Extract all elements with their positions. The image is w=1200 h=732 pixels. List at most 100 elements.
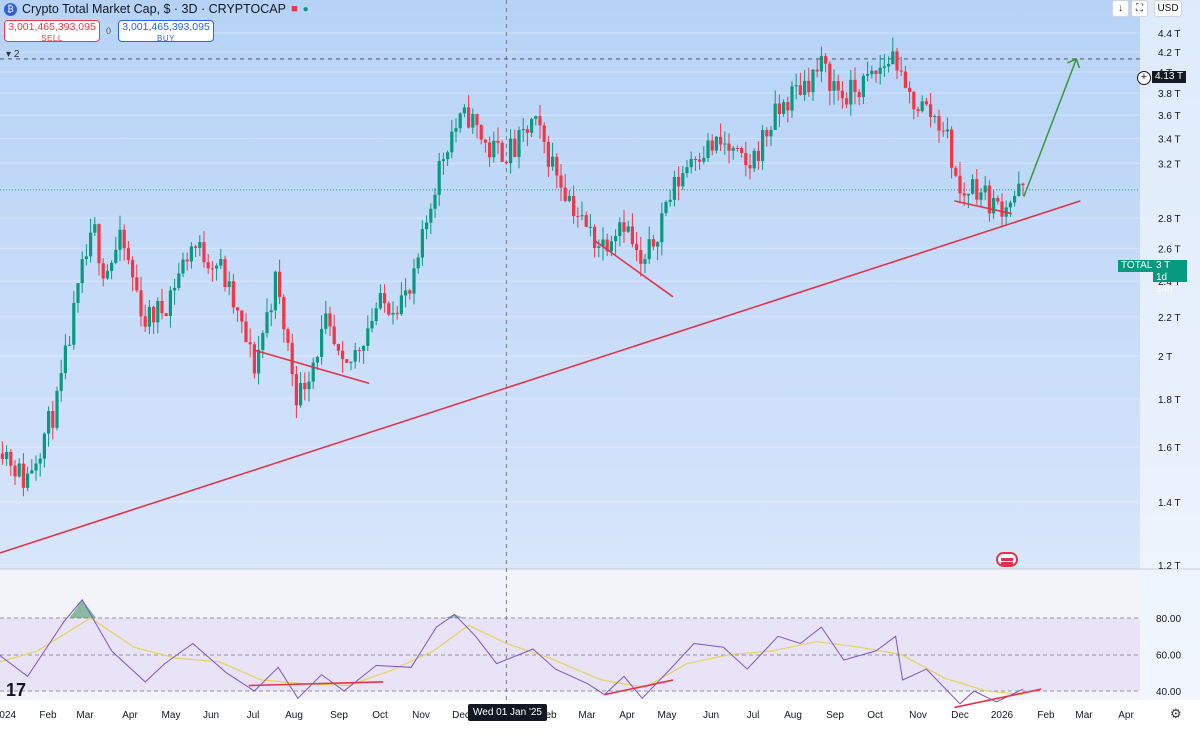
candle-body (399, 295, 403, 315)
price-tick-label: 3.2 T (1158, 159, 1181, 170)
candle-body (761, 130, 765, 162)
candle-body (101, 263, 105, 279)
candle-body (992, 197, 996, 214)
candle-body (966, 193, 970, 196)
candle-body (252, 344, 256, 374)
candle-body (618, 222, 622, 236)
candle-body (17, 463, 21, 477)
candle-body (55, 390, 59, 428)
time-tick-label: Apr (122, 710, 138, 721)
candle-body (383, 293, 387, 304)
crosshair-date-badge: Wed 01 Jan '25 (468, 704, 547, 721)
price-tick-label: 2.8 T (1158, 214, 1181, 225)
sell-button[interactable]: 3,001,465,393,095 SELL (4, 20, 100, 43)
candle-body (30, 470, 34, 474)
candle-body (1017, 183, 1021, 197)
candle-body (105, 270, 109, 279)
candle-body (744, 153, 748, 166)
symbol-header[interactable]: ₿ Crypto Total Market Cap, $ · 3D · CRYP… (4, 1, 309, 17)
candle-body (971, 179, 975, 194)
time-tick-label: Jul (247, 710, 260, 721)
candle-body (34, 463, 38, 471)
candle-body (714, 136, 718, 151)
candle-body (462, 107, 466, 114)
candle-body (895, 51, 899, 71)
time-tick-label: Nov (909, 710, 927, 721)
candle-body (353, 350, 357, 362)
candle-body (546, 141, 550, 167)
candle-body (483, 139, 487, 143)
candle-body (916, 109, 920, 112)
candle-body (59, 373, 63, 391)
candle-body (311, 362, 315, 382)
indicator-count: 2 (13, 49, 20, 60)
candle-body (513, 138, 517, 158)
candle-body (467, 107, 471, 128)
candle-body (908, 87, 912, 92)
candle-body (807, 80, 811, 93)
candle-body (429, 208, 433, 223)
candle-body (651, 239, 655, 247)
candle-body (773, 103, 777, 130)
candle-body (177, 273, 181, 288)
download-button[interactable]: ↓ (1112, 0, 1129, 17)
candle-body (0, 453, 4, 459)
candle-body (698, 159, 702, 162)
chart-canvas[interactable]: 4.4 T4.2 T4 T3.8 T3.6 T3.4 T3.2 T2.8 T2.… (0, 0, 1200, 732)
market-status-icon: ● (302, 3, 309, 15)
projection-arrow (1023, 58, 1078, 197)
candle-body (551, 156, 555, 167)
candle-body (643, 259, 647, 264)
chevron-down-icon: ▾ (6, 49, 14, 60)
candle-body (227, 281, 231, 288)
currency-selector[interactable]: USD (1154, 0, 1182, 17)
buy-button[interactable]: 3,001,465,393,095 BUY (118, 20, 214, 43)
candle-body (307, 381, 311, 390)
candle-body (194, 246, 198, 248)
candle-body (706, 140, 710, 158)
candle-body (836, 81, 840, 91)
time-tick-label: Aug (285, 710, 303, 721)
candle-body (840, 90, 844, 99)
candle-body (479, 125, 483, 140)
candle-body (790, 86, 794, 111)
price-tick-label: 3.6 T (1158, 111, 1181, 122)
candle-body (824, 56, 828, 64)
crosshair-add-icon[interactable]: + (1137, 71, 1151, 85)
candle-body (420, 229, 424, 258)
candle-body (656, 242, 660, 247)
price-tick-label: 1.6 T (1158, 443, 1181, 454)
candle-body (143, 316, 147, 327)
time-tick-label: Nov (412, 710, 430, 721)
candle-body (76, 283, 80, 303)
fullscreen-button[interactable]: ⛶ (1131, 0, 1148, 17)
buy-label: BUY (157, 34, 175, 43)
fullscreen-icon: ⛶ (1136, 3, 1143, 14)
candle-body (240, 310, 244, 322)
symbol-badge-label: TOTAL (1121, 260, 1153, 271)
symbol-title[interactable]: Crypto Total Market Cap, $ · 3D · CRYPTO… (22, 2, 286, 16)
economic-event-flag-icon[interactable] (996, 552, 1018, 567)
divergence-line-price (252, 348, 370, 385)
candle-body (152, 306, 156, 323)
candle-body (672, 176, 676, 200)
candle-body (63, 345, 67, 374)
candle-body (236, 307, 240, 311)
candle-body (668, 199, 672, 202)
rsi-tick-label: 80.00 (1156, 614, 1181, 625)
time-tick-label: Sep (826, 710, 844, 721)
candle-body (51, 411, 55, 428)
time-tick-label: 2026 (991, 710, 1014, 721)
candle-body (173, 287, 177, 291)
candle-body (933, 116, 937, 118)
candle-body (168, 290, 172, 316)
indicators-toggle[interactable]: ▾ 2 (6, 49, 19, 60)
price-tick-label: 3.4 T (1158, 135, 1181, 146)
gear-icon[interactable]: ⚙ (1170, 706, 1182, 722)
candle-body (689, 158, 693, 168)
candle-body (555, 156, 559, 176)
candle-body (21, 463, 25, 488)
market-closed-icon: ■ (290, 3, 298, 15)
candle-body (534, 116, 538, 119)
candle-body (819, 56, 823, 72)
